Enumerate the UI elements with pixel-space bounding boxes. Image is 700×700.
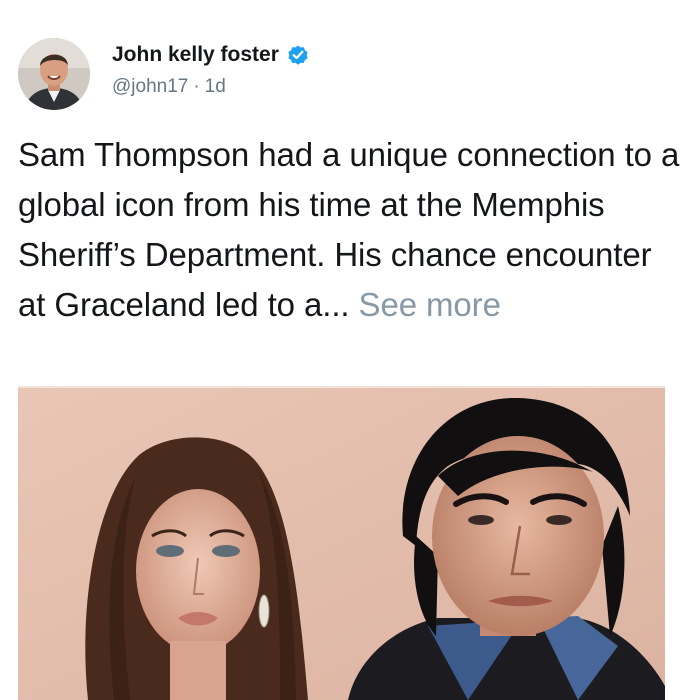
post-header: John kelly foster @john17 · 1d (18, 38, 310, 112)
post-text: Sam Thompson had a unique connection to … (18, 130, 683, 330)
see-more-link[interactable]: See more (359, 286, 501, 323)
author-handle[interactable]: @john17 (112, 76, 188, 97)
author-name-row: John kelly foster (112, 40, 310, 70)
post-text-content: Sam Thompson had a unique connection to … (18, 136, 680, 323)
meta-separator: · (193, 76, 200, 97)
post-timestamp[interactable]: 1d (205, 76, 226, 97)
user-avatar-icon (18, 38, 90, 110)
post-media-photo[interactable] (18, 386, 665, 700)
author-meta: John kelly foster @john17 · 1d (112, 40, 310, 98)
attached-photo-icon (18, 386, 665, 700)
author-handle-row: @john17 · 1d (112, 76, 310, 98)
author-avatar[interactable] (18, 38, 90, 110)
post-card: John kelly foster @john17 · 1d Sam Thompso… (0, 0, 700, 700)
author-display-name[interactable]: John kelly foster (112, 43, 279, 67)
verified-badge-icon (286, 43, 310, 67)
